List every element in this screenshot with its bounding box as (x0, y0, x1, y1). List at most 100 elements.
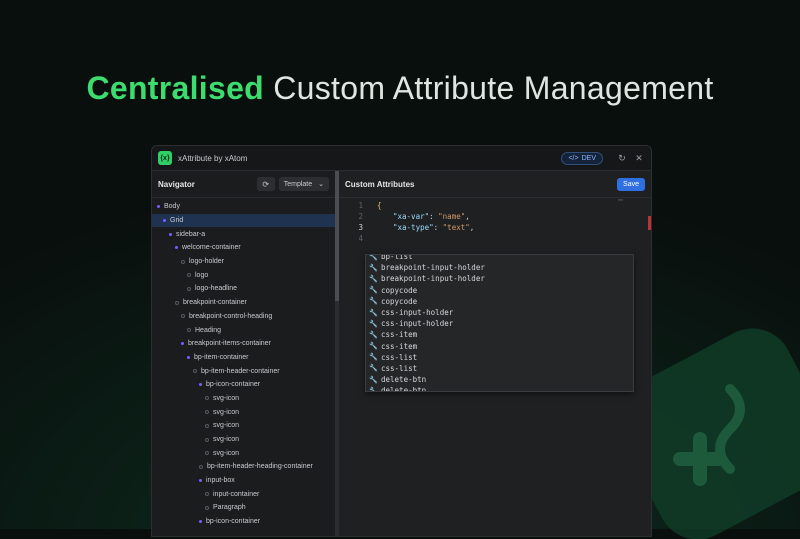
tree-item[interactable]: logo-holder (152, 255, 335, 269)
node-dot-icon (205, 451, 209, 456)
node-dot-icon (187, 286, 191, 291)
tree-item[interactable]: bp-icon-container (152, 378, 335, 392)
tree-item-label: welcome-container (182, 244, 241, 252)
tree-item[interactable]: Heading (152, 323, 335, 337)
node-dot-icon (193, 369, 197, 374)
line-number: 3 (358, 223, 363, 232)
tree-item[interactable]: breakpoint-items-container (152, 337, 335, 351)
node-dot-icon (199, 383, 202, 387)
suggestion-item[interactable]: 🔧 copycode (366, 285, 633, 296)
code-line: 3 "xa-type": "text", (339, 222, 474, 233)
tree-item[interactable]: bp-item-header-heading-container (152, 460, 335, 474)
headline-rest: Custom Attribute Management (264, 70, 714, 106)
suggestion-item[interactable]: 🔧 css-list (366, 352, 633, 363)
tree-item[interactable]: svg-icon (152, 433, 335, 447)
tree-item[interactable]: Paragraph (152, 501, 335, 515)
node-dot-icon (187, 355, 190, 359)
chevron-down-icon: ⌄ (318, 181, 324, 188)
tree-item[interactable]: input-box (152, 474, 335, 488)
suggestion-item[interactable]: 🔧 css-input-holder (366, 307, 633, 318)
suggestion-label: breakpoint-input-holder (381, 263, 485, 273)
code-editor[interactable]: ▬▬ 1 { 2 "xa-var": "name", 3 "xa-type": … (339, 197, 651, 536)
node-dot-icon (187, 273, 191, 278)
suggestion-item[interactable]: 🔧 delete-btn (366, 374, 633, 385)
code-value: "name" (438, 212, 466, 221)
tree-item[interactable]: svg-icon (152, 419, 335, 433)
attributes-title: Custom Attributes (345, 179, 415, 189)
suggestion-label: bp-list (381, 254, 413, 262)
suggestion-item[interactable]: 🔧 css-item (366, 341, 633, 352)
tree-item[interactable]: Grid (152, 213, 335, 228)
tree-item-label: logo-headline (195, 285, 238, 293)
suggestion-label: css-list (381, 352, 418, 362)
autocomplete-list[interactable]: 🔧 bp-list 🔧 breakpoint-input-holder 🔧 breakpo… (365, 254, 634, 392)
code-line: 1 { (339, 200, 381, 211)
navigator-title: Navigator (158, 179, 195, 189)
attributes-header: Custom Attributes Save (339, 171, 651, 198)
node-dot-icon (205, 410, 209, 415)
app-logo-icon: {x} (158, 151, 172, 165)
tree-item[interactable]: Body (152, 200, 335, 214)
node-dot-icon (157, 205, 160, 209)
suggestion-item[interactable]: 🔧 delete-btn (366, 385, 633, 392)
dev-badge-label: DEV (581, 154, 596, 162)
close-icon[interactable]: ✕ (633, 152, 645, 164)
line-number: 4 (358, 234, 363, 243)
tree-item-label: bp-icon-container (206, 381, 261, 389)
node-dot-icon (205, 423, 209, 428)
tree-item-label: bp-item-container (194, 353, 249, 361)
tree-item[interactable]: breakpoint-control-heading (152, 310, 335, 324)
tree-item-label: svg-icon (213, 436, 240, 444)
tree-item-label: Grid (170, 217, 184, 225)
suggestion-item[interactable]: 🔧 css-list (366, 363, 633, 374)
suggestion-item[interactable]: 🔧 css-input-holder (366, 318, 633, 329)
node-dot-icon (163, 219, 166, 223)
suggestion-item[interactable]: 🔧 breakpoint-input-holder (366, 262, 633, 273)
tree-item[interactable]: input-container (152, 487, 335, 501)
suggestion-label: delete-btn (381, 375, 427, 385)
wrench-icon: 🔧 (369, 274, 378, 283)
tree-item[interactable]: sidebar-a (152, 227, 335, 241)
code-key: "xa-type" (393, 223, 434, 232)
code-icon: </> (568, 154, 579, 162)
suggestion-label: css-item (381, 341, 418, 351)
tree-item-label: svg-icon (213, 449, 240, 457)
page-headline: Centralised Custom Attribute Management (0, 70, 800, 107)
node-dot-icon (181, 259, 185, 264)
tree-item-label: Paragraph (213, 504, 246, 512)
suggestion-item[interactable]: 🔧 css-item (366, 329, 633, 340)
refresh-icon[interactable]: ↻ (616, 152, 628, 164)
tree-item[interactable]: welcome-container (152, 241, 335, 255)
tree-item-label: sidebar-a (176, 230, 206, 238)
sync-button[interactable]: ⟳ (256, 177, 275, 191)
attributes-panel: Custom Attributes Save ▬▬ 1 { 2 "xa-var"… (339, 171, 651, 536)
suggestion-label: copycode (381, 296, 418, 306)
suggestion-item[interactable]: 🔧 breakpoint-input-holder (366, 273, 633, 284)
tree-item[interactable]: logo-headline (152, 282, 335, 296)
tree-item-label: svg-icon (213, 408, 240, 416)
sync-icon: ⟳ (262, 179, 270, 189)
tree-item[interactable]: bp-item-container (152, 351, 335, 365)
wrench-icon: 🔧 (369, 386, 378, 392)
tree-item-label: Body (164, 203, 180, 211)
tree-item[interactable]: svg-icon (152, 405, 335, 419)
headline-accent: Centralised (86, 70, 265, 106)
save-button[interactable]: Save (617, 177, 645, 191)
wrench-icon: 🔧 (369, 263, 378, 272)
template-select[interactable]: Template ⌄ (278, 177, 329, 191)
dev-mode-button[interactable]: </> DEV (561, 151, 603, 165)
tree-item[interactable]: svg-icon (152, 446, 335, 460)
suggestion-label: css-input-holder (381, 319, 454, 329)
line-number: 2 (358, 212, 363, 221)
tree-item[interactable]: svg-icon (152, 392, 335, 406)
tree-item-label: logo-holder (189, 258, 225, 266)
tree-item-label: svg-icon (213, 422, 240, 430)
wrench-icon: 🔧 (369, 254, 378, 261)
suggestion-item[interactable]: 🔧 copycode (366, 296, 633, 307)
tree-item[interactable]: logo (152, 268, 335, 282)
tree-item[interactable]: breakpoint-container (152, 296, 335, 310)
tree-item[interactable]: bp-icon-container (152, 515, 335, 529)
code-line: 4 (339, 233, 377, 244)
suggestion-item[interactable]: 🔧 bp-list (366, 254, 633, 262)
tree-item[interactable]: bp-item-header-container (152, 364, 335, 378)
